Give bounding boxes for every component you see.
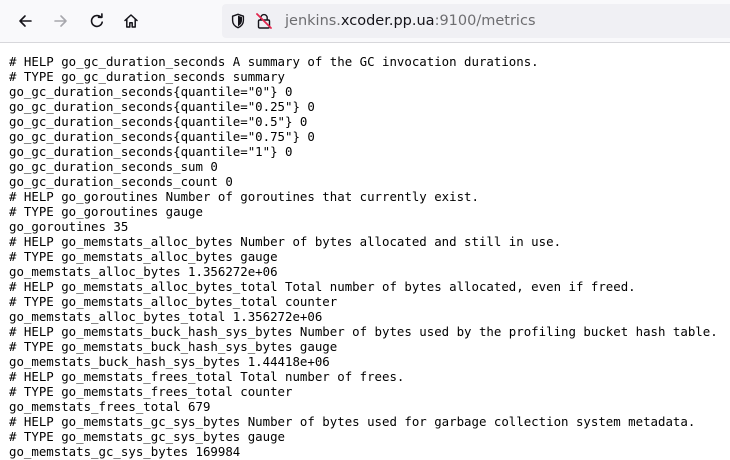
metrics-line: go_gc_duration_seconds{quantile="0.5"} 0 <box>9 114 308 129</box>
metrics-line: # TYPE go_memstats_alloc_bytes gauge <box>9 249 278 264</box>
metrics-line: go_memstats_gc_sys_bytes 169984 <box>9 444 241 459</box>
reload-button[interactable] <box>82 6 112 36</box>
url-path: /metrics <box>476 13 536 29</box>
metrics-line: # HELP go_gc_duration_seconds A summary … <box>9 54 539 69</box>
metrics-line: # HELP go_memstats_gc_sys_bytes Number o… <box>9 414 696 429</box>
url-subdomain: jenkins. <box>285 13 341 29</box>
back-button[interactable] <box>10 6 40 36</box>
forward-arrow-icon <box>53 13 69 29</box>
metrics-line: # TYPE go_goroutines gauge <box>9 204 203 219</box>
reload-icon <box>89 13 105 29</box>
metrics-line: go_gc_duration_seconds{quantile="0.25"} … <box>9 99 315 114</box>
url-bar[interactable]: jenkins.xcoder.pp.ua:9100/metrics <box>222 4 730 38</box>
metrics-line: # TYPE go_memstats_gc_sys_bytes gauge <box>9 429 286 444</box>
metrics-line: go_gc_duration_seconds{quantile="0"} 0 <box>9 84 293 99</box>
home-button[interactable] <box>116 6 146 36</box>
metrics-line: # HELP go_memstats_alloc_bytes_total Tot… <box>9 279 636 294</box>
metrics-line: # TYPE go_memstats_alloc_bytes_total cou… <box>9 294 338 309</box>
shield-icon[interactable] <box>229 12 247 30</box>
metrics-text: # HELP go_gc_duration_seconds A summary … <box>9 54 730 459</box>
url-text[interactable]: jenkins.xcoder.pp.ua:9100/metrics <box>285 12 536 30</box>
metrics-line: go_gc_duration_seconds_count 0 <box>9 174 233 189</box>
metrics-line: # TYPE go_gc_duration_seconds summary <box>9 69 286 84</box>
metrics-line: # HELP go_memstats_frees_total Total num… <box>9 369 405 384</box>
browser-toolbar: jenkins.xcoder.pp.ua:9100/metrics <box>0 0 730 43</box>
metrics-line: # HELP go_memstats_buck_hash_sys_bytes N… <box>9 324 718 339</box>
home-icon <box>123 13 139 29</box>
metrics-line: # HELP go_goroutines Number of goroutine… <box>9 189 479 204</box>
metrics-line: go_gc_duration_seconds_sum 0 <box>9 159 218 174</box>
metrics-line: go_memstats_alloc_bytes_total 1.356272e+… <box>9 309 323 324</box>
metrics-line: go_goroutines 35 <box>9 219 129 234</box>
forward-button[interactable] <box>46 6 76 36</box>
back-arrow-icon <box>17 13 33 29</box>
metrics-line: # TYPE go_memstats_frees_total counter <box>9 384 293 399</box>
metrics-line: # TYPE go_memstats_buck_hash_sys_bytes g… <box>9 339 338 354</box>
metrics-line: go_memstats_buck_hash_sys_bytes 1.44418e… <box>9 354 330 369</box>
insecure-lock-icon[interactable] <box>255 12 273 30</box>
metrics-line: go_memstats_alloc_bytes 1.356272e+06 <box>9 264 278 279</box>
metrics-line: go_gc_duration_seconds{quantile="1"} 0 <box>9 144 293 159</box>
url-host: xcoder.pp.ua <box>340 13 435 29</box>
metrics-line: go_memstats_frees_total 679 <box>9 399 211 414</box>
metrics-line: # HELP go_memstats_alloc_bytes Number of… <box>9 234 562 249</box>
url-port: :9100 <box>434 13 477 29</box>
metrics-line: go_gc_duration_seconds{quantile="0.75"} … <box>9 129 315 144</box>
